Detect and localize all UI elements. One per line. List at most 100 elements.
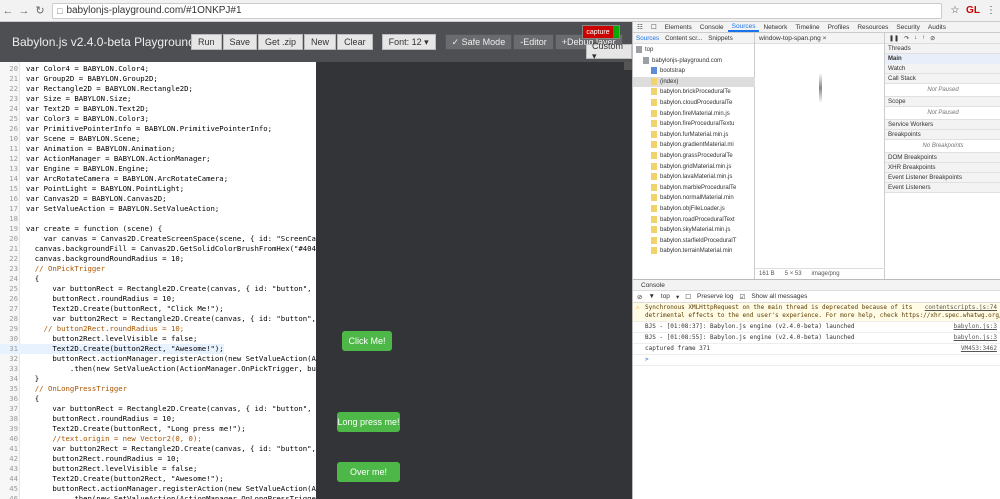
safe-mode-toggle[interactable]: ✓ Safe Mode: [444, 34, 513, 50]
console-prompt[interactable]: >: [633, 355, 1000, 366]
code-line[interactable]: 34 }: [0, 374, 39, 384]
devtools-tab[interactable]: Resources: [853, 24, 892, 31]
deactivate-breakpoints-icon[interactable]: ⊘: [930, 35, 935, 42]
devtools-tab[interactable]: Timeline: [791, 24, 823, 31]
call-stack-section[interactable]: Call Stack: [885, 74, 1000, 84]
tree-item[interactable]: babylon.fireProceduralTextu: [633, 119, 755, 129]
device-mode-icon[interactable]: ☐: [647, 23, 661, 31]
code-line[interactable]: 38 buttonRect.roundRadius = 10;: [0, 414, 175, 424]
code-line[interactable]: 30 button2Rect.levelVisible = false;: [0, 334, 197, 344]
inspect-icon[interactable]: ☷: [633, 23, 647, 31]
custom-dropdown[interactable]: Custom ▾: [586, 41, 632, 61]
show-all-checkbox[interactable]: ☑: [740, 293, 746, 301]
tree-item[interactable]: babylon.normalMaterial.min: [633, 193, 755, 203]
tree-item[interactable]: babylon.objFileLoader.js: [633, 204, 755, 214]
navigator-tab[interactable]: Snippets: [705, 35, 736, 42]
code-line[interactable]: 41 var button2Rect = Rectangle2D.Create(…: [0, 444, 316, 454]
code-line[interactable]: 13 var Engine = BABYLON.Engine;: [0, 164, 149, 174]
tree-item[interactable]: babylon.roadProceduralText: [633, 215, 755, 225]
scope-section[interactable]: Scope: [885, 97, 1000, 107]
navigator-tab[interactable]: Content scr...: [662, 35, 705, 42]
run-button[interactable]: Run: [191, 34, 222, 50]
code-line[interactable]: 26 var PrimitivePointerInfo = BABYLON.Pri…: [0, 124, 272, 134]
code-line[interactable]: 12 var ActionManager = BABYLON.ActionMana…: [0, 154, 210, 164]
step-out-icon[interactable]: ↑: [922, 35, 925, 41]
tree-item[interactable]: babylon.marbleProceduralTe: [633, 183, 755, 193]
code-line[interactable]: 44 Text2D.Create(button2Rect, "Awesome!"…: [0, 474, 224, 484]
dom-breakpoints-section[interactable]: DOM Breakpoints: [885, 153, 1000, 163]
code-line[interactable]: 37 var buttonRect = Rectangle2D.Create(c…: [0, 404, 316, 414]
code-line[interactable]: 27 Text2D.Create(buttonRect, "Click Me!"…: [0, 304, 224, 314]
code-line[interactable]: 25 var Color3 = BABYLON.Color3;: [0, 114, 149, 124]
code-line[interactable]: 28 var button2Rect = Rectangle2D.Create(…: [0, 314, 316, 324]
tree-item[interactable]: babylonjs-playground.com: [633, 56, 755, 66]
code-line[interactable]: 25 var buttonRect = Rectangle2D.Create(c…: [0, 284, 316, 294]
tree-item[interactable]: bootstrap: [633, 66, 755, 76]
menu-icon[interactable]: ⋮: [982, 5, 1000, 16]
preserve-log-checkbox[interactable]: ☐: [685, 293, 691, 301]
step-over-icon[interactable]: ↷: [904, 35, 909, 42]
font-size-dropdown[interactable]: Font: 12 ▾: [381, 34, 436, 50]
tree-item[interactable]: babylon.lavaMaterial.min.js: [633, 172, 755, 182]
tree-item[interactable]: babylon.starfieldProceduralT: [633, 236, 755, 246]
thread-main[interactable]: Main: [885, 54, 1000, 64]
devtools-tab[interactable]: Sources: [727, 23, 760, 32]
clear-button[interactable]: Clear: [337, 34, 373, 50]
message-source-link[interactable]: babylon.js:3: [954, 334, 997, 342]
code-line[interactable]: 31 Text2D.Create(button2Rect, "Awesome!"…: [0, 344, 224, 354]
tree-item[interactable]: (index): [633, 76, 755, 87]
tree-item[interactable]: babylon.furMaterial.min.js: [633, 130, 755, 140]
save-button[interactable]: Save: [222, 34, 258, 50]
dropdown-icon[interactable]: ▾: [676, 293, 679, 301]
code-line[interactable]: 10 var Scene = BABYLON.Scene;: [0, 134, 140, 144]
code-line[interactable]: 40 //text.origin = new Vector2(0, 0);: [0, 434, 202, 444]
devtools-tab[interactable]: Audits: [924, 24, 950, 31]
code-line[interactable]: 21 canvas.backgroundFill = Canvas2D.GetS…: [0, 244, 316, 254]
code-line[interactable]: 39 Text2D.Create(buttonRect, "Long press…: [0, 424, 245, 434]
capture-widget[interactable]: capture: [582, 25, 620, 39]
code-line[interactable]: 29 // button2Rect.roundRadius = 10;: [0, 324, 184, 334]
console-tab[interactable]: Console: [633, 280, 1000, 291]
tree-item[interactable]: babylon.skyMaterial.min.js: [633, 225, 755, 235]
code-line[interactable]: 42 button2Rect.roundRadius = 10;: [0, 454, 180, 464]
devtools-tab[interactable]: Profiles: [824, 24, 854, 31]
message-source-link[interactable]: babylon.js:3: [954, 323, 997, 331]
tree-item[interactable]: babylon.cloudProceduralTe: [633, 98, 755, 108]
code-line[interactable]: 46 .then(new SetValueAction(ActionManage…: [0, 494, 316, 499]
event-listener-breakpoints-section[interactable]: Event Listener Breakpoints: [885, 173, 1000, 183]
navigator-tab[interactable]: Sources: [633, 35, 662, 42]
tree-item[interactable]: babylon.brickProceduralTe: [633, 87, 755, 97]
file-tab[interactable]: window-top-span.png ×: [755, 33, 884, 44]
code-line[interactable]: 11 var Animation = BABYLON.Animation;: [0, 144, 175, 154]
event-listeners-section[interactable]: Event Listeners: [885, 183, 1000, 193]
xhr-breakpoints-section[interactable]: XHR Breakpoints: [885, 163, 1000, 173]
back-icon[interactable]: ←: [0, 5, 16, 17]
watch-section[interactable]: Watch: [885, 64, 1000, 74]
code-line[interactable]: 26 buttonRect.roundRadius = 10;: [0, 294, 175, 304]
code-line[interactable]: 45 buttonRect.actionManager.registerActi…: [0, 484, 316, 494]
tree-item[interactable]: babylon.gradientMaterial.mi: [633, 140, 755, 150]
code-line[interactable]: 33 .then(new SetValueAction(ActionManage…: [0, 364, 316, 374]
tree-item[interactable]: babylon.grassProceduralTe: [633, 151, 755, 161]
long-press-button[interactable]: Long press me!: [337, 412, 400, 432]
code-line[interactable]: 22 var Rectangle2D = BABYLON.Rectangle2D;: [0, 84, 193, 94]
filter-icon[interactable]: ▼: [648, 293, 654, 300]
code-line[interactable]: 14 var ArcRotateCamera = BABYLON.ArcRotat…: [0, 174, 228, 184]
code-line[interactable]: 20 var Color4 = BABYLON.Color4;: [0, 64, 149, 74]
code-line[interactable]: 36 {: [0, 394, 39, 404]
message-source-link[interactable]: contentscripts.js:74: [925, 304, 997, 312]
get-zip-button[interactable]: Get .zip: [258, 34, 304, 50]
message-source-link[interactable]: VM453:3462: [961, 345, 997, 353]
reload-icon[interactable]: ↻: [32, 4, 48, 17]
devtools-tab[interactable]: Elements: [661, 24, 696, 31]
step-into-icon[interactable]: ↓: [914, 35, 917, 41]
threads-section[interactable]: Threads: [885, 44, 1000, 54]
devtools-tab[interactable]: Console: [696, 24, 728, 31]
tree-item[interactable]: babylon.gridMaterial.min.js: [633, 162, 755, 172]
service-workers-section[interactable]: Service Workers: [885, 120, 1000, 130]
devtools-tab[interactable]: Network: [759, 24, 791, 31]
address-bar[interactable]: □ babylonjs-playground.com/#1ONKPJ#1: [52, 2, 942, 19]
tree-item[interactable]: babylon.fireMaterial.min.js: [633, 109, 755, 119]
editor-toggle[interactable]: -Editor: [513, 34, 554, 50]
code-line[interactable]: 43 button2Rect.levelVisible = false;: [0, 464, 197, 474]
